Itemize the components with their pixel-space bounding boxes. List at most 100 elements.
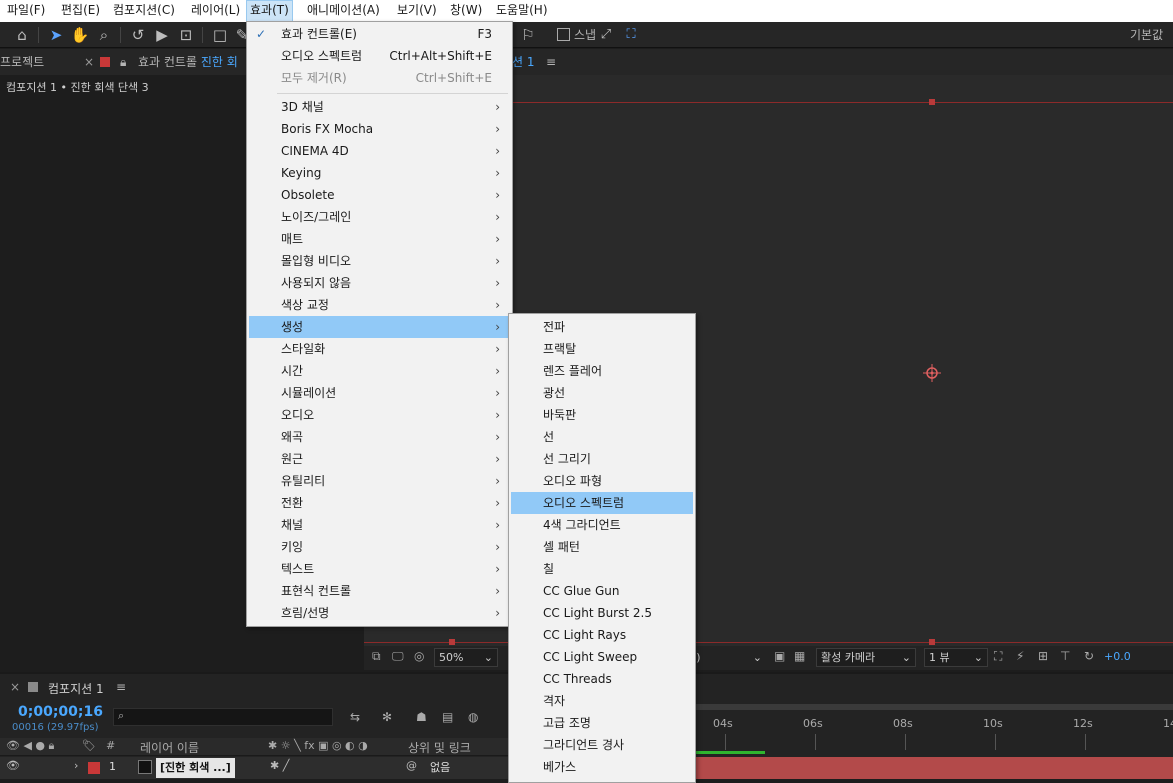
effects-category-item[interactable]: 유틸리티 › [249,470,510,492]
search-input[interactable]: ⌕ [113,708,333,726]
visibility-icon[interactable]: 👁︎ [6,759,20,772]
generate-effect-item[interactable]: 선 그리기 [511,448,693,470]
generate-effect-item[interactable]: 고급 조명 [511,712,693,734]
generate-effect-item[interactable]: CC Light Rays [511,624,693,646]
camera-tool-icon[interactable]: ▶ [152,25,172,45]
generate-effect-item[interactable]: 베가스 [511,756,693,778]
tab-composition[interactable]: 션 1 [512,49,535,75]
comp-handle[interactable] [929,639,935,645]
comp-handle[interactable] [449,639,455,645]
effects-category-item[interactable]: 시간 › [249,360,510,382]
effects-category-item[interactable]: 매트 › [249,228,510,250]
layer-switches[interactable]: ✱ ╱ [270,759,289,772]
generate-effect-item[interactable]: 선 [511,426,693,448]
camera-dropdown[interactable]: 활성 카메라 ⌄ [816,648,916,667]
generate-effect-item[interactable]: 4색 그라디언트 [511,514,693,536]
effects-menu-item[interactable]: 오디오 스펙트럼 Ctrl+Alt+Shift+E [249,45,510,67]
motion-blur-icon[interactable]: ◍ [468,710,478,724]
region-of-interest-icon[interactable]: ▣ [774,649,785,663]
pick-whip-icon[interactable]: @ [406,759,417,772]
chevron-right-icon[interactable]: › [74,759,78,772]
generate-effect-item[interactable]: 프랙탈 [511,338,693,360]
generate-effect-item[interactable]: CC Light Sweep [511,646,693,668]
tab-effect-controls[interactable]: 효과 컨트롤 진한 회 [138,49,238,75]
parent-link-header[interactable]: 상위 및 링크 [408,739,471,756]
snap-target-icon[interactable]: ⛶ [621,25,641,45]
generate-effect-item[interactable]: 전파 [511,316,693,338]
layer-name[interactable]: [진한 회색 ...] [156,758,235,778]
effects-category-item[interactable]: CINEMA 4D › [249,140,510,162]
panel-menu-icon[interactable]: ≡ [546,49,556,75]
effects-category-item[interactable]: 노이즈/그레인 › [249,206,510,228]
effects-category-item[interactable]: 색상 교정 › [249,294,510,316]
toggle-pixel-aspect-icon[interactable]: ⛶ [994,649,1002,664]
effects-category-item[interactable]: 시뮬레이션 › [249,382,510,404]
anchor-point-icon[interactable] [922,363,942,383]
zoom-dropdown[interactable]: 50% ⌄ [434,648,498,667]
rotate-tool-icon[interactable]: ↺ [128,25,148,45]
comp-mini-flowchart-icon[interactable]: ⇆ [350,710,360,724]
effects-category-item[interactable]: 왜곡 › [249,426,510,448]
tab-project[interactable]: 프로젝트 [0,49,44,75]
generate-effect-item[interactable]: 광선 [511,382,693,404]
generate-effect-item[interactable]: 칠 [511,558,693,580]
monitor-icon[interactable]: 🖵︎ [392,649,404,664]
effects-menu-item[interactable]: 모두 제거(R) Ctrl+Shift+E [249,67,510,89]
effects-menu-item[interactable]: ✓ 효과 컨트롤(E) F3 [249,23,510,45]
mask-icon[interactable]: ◎ [414,649,424,663]
flowchart-icon[interactable]: ⊤ [1060,649,1070,663]
effects-category-item[interactable]: 텍스트 › [249,558,510,580]
snapshot-icon[interactable]: ⧉ [372,649,381,664]
menu-6[interactable]: 애니메이션(A) [304,0,383,21]
menu-4[interactable]: 레이어(L) [188,0,243,21]
home-icon[interactable]: ⌂ [12,25,32,45]
pin-tool-icon[interactable]: ⚐ [518,25,538,45]
exposure-value[interactable]: +0.0 [1104,650,1131,663]
effects-category-item[interactable]: Keying › [249,162,510,184]
rectangle-tool-icon[interactable]: □ [210,25,230,45]
generate-effect-item[interactable]: 셀 패턴 [511,536,693,558]
effects-category-item[interactable]: 흐림/선명 › [249,602,510,624]
menu-5[interactable]: 효과(T) [246,0,293,23]
effects-category-item[interactable]: 사용되지 않음 › [249,272,510,294]
pan-behind-tool-icon[interactable]: ⊡ [176,25,196,45]
time-ruler[interactable]: 04s 06s 08s 10s 12s 14 [695,704,1173,756]
effects-category-item[interactable]: 오디오 › [249,404,510,426]
effects-category-item[interactable]: 생성 › [249,316,510,338]
layer-name-header[interactable]: 레이어 이름 [140,739,199,756]
effects-category-item[interactable]: 키잉 › [249,536,510,558]
effects-category-item[interactable]: 몰입형 비디오 › [249,250,510,272]
generate-effect-item[interactable]: 격자 [511,690,693,712]
work-area-bar[interactable] [695,751,765,754]
generate-effect-item[interactable]: 렌즈 플레어 [511,360,693,382]
zoom-tool-icon[interactable]: ⌕ [94,25,114,45]
menu-7[interactable]: 보기(V) [394,0,440,21]
menu-9[interactable]: 도움말(H) [493,0,551,21]
effects-category-item[interactable]: 스타일화 › [249,338,510,360]
parent-dropdown[interactable]: 없음 [430,759,450,775]
layer-label-color[interactable] [88,762,100,774]
tab-timeline-composition[interactable]: 컴포지션 1 [48,680,104,697]
workspace-label[interactable]: 기본값 [1130,22,1163,48]
close-icon[interactable]: × [10,680,20,694]
comp-handle[interactable] [929,99,935,105]
effects-category-item[interactable]: 전환 › [249,492,510,514]
generate-effect-item[interactable]: 오디오 스펙트럼 [511,492,693,514]
snap-checkbox[interactable] [557,28,570,41]
transparency-grid-icon[interactable]: ▦ [794,649,805,663]
effects-category-item[interactable]: 채널 › [249,514,510,536]
selection-tool-icon[interactable]: ➤ [46,25,66,45]
effects-category-item[interactable]: Boris FX Mocha › [249,118,510,140]
generate-effect-item[interactable]: CC Threads [511,668,693,690]
work-area-strip[interactable] [695,704,1173,710]
menu-2[interactable]: 편집(E) [58,0,103,21]
timeline-icon[interactable]: ⊞ [1038,649,1048,663]
generate-effect-item[interactable]: CC Light Burst 2.5 [511,602,693,624]
effects-category-item[interactable]: 3D 채널 › [249,96,510,118]
current-timecode[interactable]: 0;00;00;16 [18,704,103,720]
fast-previews-icon[interactable]: ⚡ [1016,649,1024,663]
generate-effect-item[interactable]: 바둑판 [511,404,693,426]
effects-category-item[interactable]: 표현식 컨트롤 › [249,580,510,602]
generate-effect-item[interactable]: 그라디언트 경사 [511,734,693,756]
effects-category-item[interactable]: Obsolete › [249,184,510,206]
